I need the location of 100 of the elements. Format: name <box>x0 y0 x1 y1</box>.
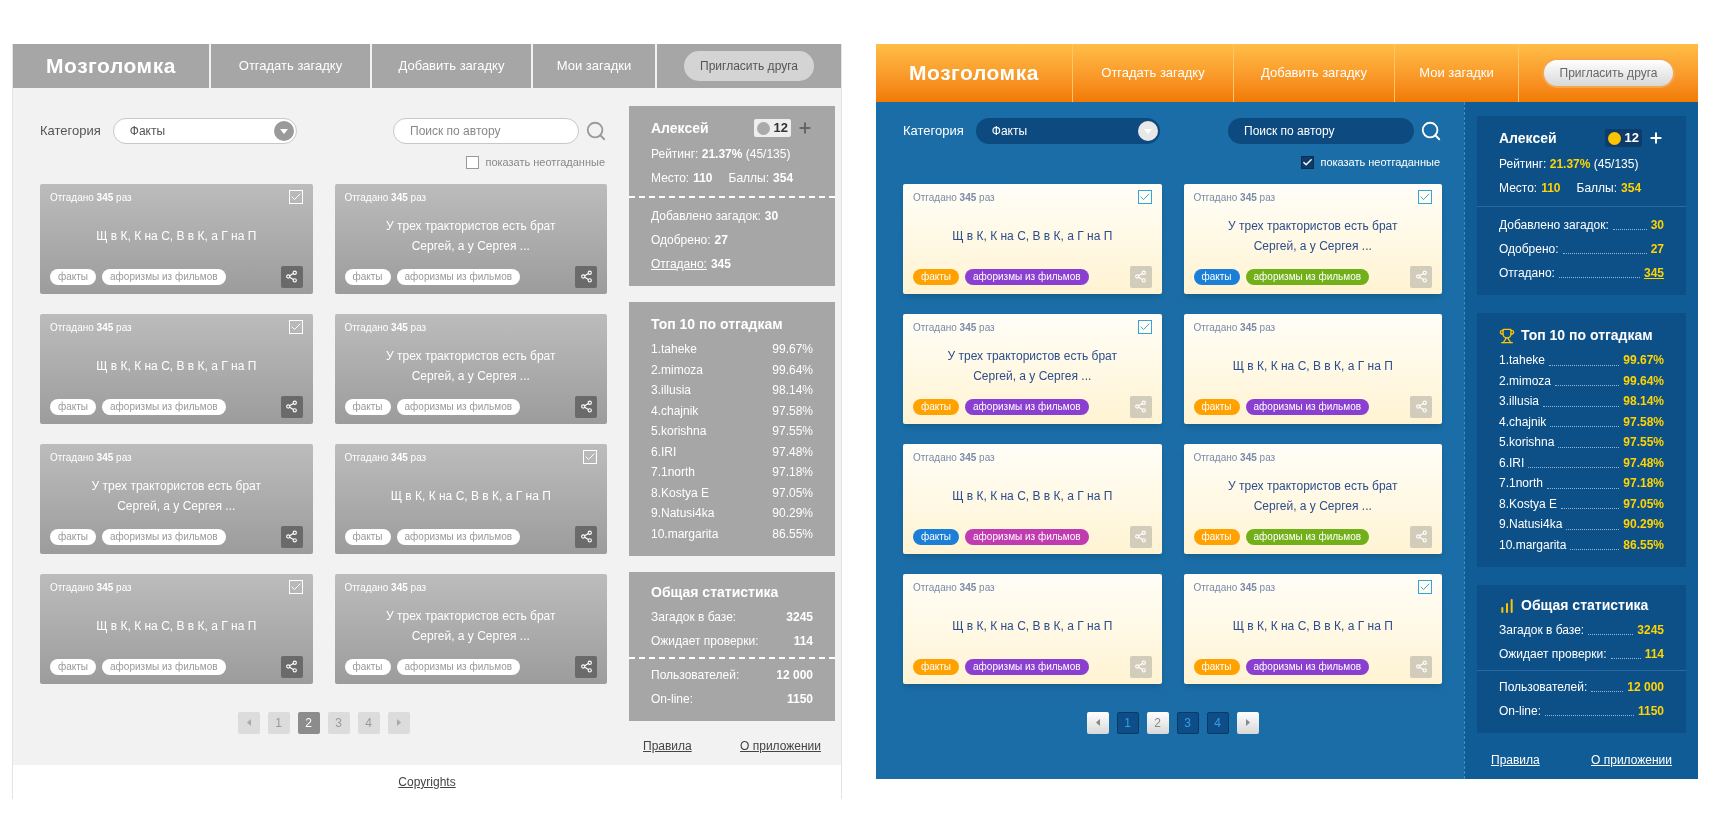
player-name[interactable]: 4.chajnik <box>1499 411 1547 432</box>
tag[interactable]: афоризмы из фильмов <box>965 658 1089 675</box>
riddle-card[interactable]: Отгадано 345 раз Щ в К, К на С, В в К, а Г на П факты афоризмы из фильмов <box>903 573 1162 684</box>
tag[interactable]: афоризмы из фильмов <box>965 398 1089 415</box>
page-button[interactable]: 2 <box>297 711 320 734</box>
tag[interactable]: факты <box>50 398 97 415</box>
share-button[interactable] <box>280 395 303 418</box>
player-name[interactable]: 7.1north <box>1499 473 1544 494</box>
page-button[interactable]: 3 <box>327 711 350 734</box>
tag[interactable]: факты <box>344 268 391 285</box>
copyrights-link[interactable]: Copyrights <box>398 773 456 791</box>
stat-value[interactable]: 345 <box>1643 261 1664 285</box>
player-name[interactable]: 9.Natusi4ka <box>1499 514 1563 535</box>
tag[interactable]: факты <box>913 398 960 415</box>
page-button[interactable]: 1 <box>267 711 290 734</box>
riddle-card[interactable]: Отгадано 345 раз Щ в К, К на С, В в К, а Г на П факты афоризмы из фильмов <box>40 573 313 684</box>
tag[interactable]: афоризмы из фильмов <box>102 398 226 415</box>
search-icon[interactable] <box>585 120 607 142</box>
solved-checkbox[interactable] <box>1418 579 1432 594</box>
checkbox[interactable] <box>466 155 480 169</box>
player-name[interactable]: 4.chajnik <box>651 400 699 421</box>
search-icon[interactable] <box>1420 120 1442 142</box>
tag[interactable]: факты <box>1193 268 1240 285</box>
tag[interactable]: афоризмы из фильмов <box>1245 658 1370 675</box>
tag[interactable]: факты <box>50 268 97 285</box>
tag[interactable]: факты <box>913 268 960 285</box>
tag[interactable]: афоризмы из фильмов <box>396 268 521 285</box>
page-button[interactable]: 4 <box>1206 711 1229 734</box>
footer-link[interactable]: О приложении <box>1591 751 1672 769</box>
solved-checkbox[interactable] <box>1418 189 1432 204</box>
riddle-card[interactable]: Отгадано 345 раз У трех трактористов есть брат Сергей, а у Сергея ... факты афоризмы из фильмов <box>334 313 607 424</box>
riddle-card[interactable]: Отгадано 345 раз Щ в К, К на С, В в К, а Г на П факты афоризмы из фильмов <box>903 183 1162 294</box>
add-coins-icon[interactable] <box>1648 130 1664 146</box>
tag[interactable]: факты <box>344 528 391 545</box>
page-button[interactable]: 3 <box>1176 711 1199 734</box>
tag[interactable]: факты <box>344 658 391 675</box>
solved-checkbox[interactable] <box>1137 189 1152 204</box>
nav-tab[interactable]: Добавить загадку <box>1233 44 1394 102</box>
player-name[interactable]: 3.illusia <box>1499 391 1540 412</box>
tag[interactable]: факты <box>50 528 97 545</box>
riddle-card[interactable]: Отгадано 345 раз Щ в К, К на С, В в К, а Г на П факты афоризмы из фильмов <box>903 443 1162 554</box>
tag[interactable]: афоризмы из фильмов <box>396 658 521 675</box>
tag[interactable]: афоризмы из фильмов <box>102 268 226 285</box>
tag[interactable]: афоризмы из фильмов <box>396 528 521 545</box>
tag[interactable]: факты <box>50 658 97 675</box>
footer-link[interactable]: О приложении <box>740 737 821 755</box>
invite-friend-button[interactable]: Пригласить друга <box>1541 58 1676 88</box>
tag[interactable]: афоризмы из фильмов <box>965 528 1089 545</box>
riddle-card[interactable]: Отгадано 345 раз У трех трактористов есть брат Сергей, а у Сергея ... факты афоризмы из фильмов <box>1183 443 1442 554</box>
riddle-card[interactable]: Отгадано 345 раз Щ в К, К на С, В в К, а Г на П факты афоризмы из фильмов <box>40 183 313 294</box>
player-name[interactable]: 6.IRI <box>1499 452 1525 473</box>
author-search-field[interactable]: Поиск по автору <box>1228 118 1414 144</box>
category-dropdown[interactable]: Факты <box>975 118 1160 144</box>
player-name[interactable]: 8.Kostya E <box>1499 493 1558 514</box>
stat-label[interactable]: Отгадано: <box>651 252 707 276</box>
riddle-card[interactable]: Отгадано 345 раз Щ в К, К на С, В в К, а Г на П факты афоризмы из фильмов <box>1183 313 1442 424</box>
page-button[interactable]: 2 <box>1146 711 1169 734</box>
tag[interactable]: афоризмы из фильмов <box>102 658 226 675</box>
nav-tab[interactable]: Отгадать загадку <box>1072 44 1233 102</box>
player-name[interactable]: 6.IRI <box>651 441 677 462</box>
player-name[interactable]: 2.mimoza <box>1499 370 1551 391</box>
tag[interactable]: афоризмы из фильмов <box>102 528 226 545</box>
share-button[interactable] <box>575 395 597 418</box>
riddle-card[interactable]: Отгадано 345 раз Щ в К, К на С, В в К, а Г на П факты афоризмы из фильмов <box>40 313 313 424</box>
player-name[interactable]: 1.taheke <box>1499 350 1546 371</box>
share-button[interactable] <box>575 265 597 288</box>
player-name[interactable]: 3.illusia <box>651 380 692 401</box>
app-logo[interactable]: Мозголомка <box>13 44 209 88</box>
tag[interactable]: афоризмы из фильмов <box>1245 398 1370 415</box>
app-logo[interactable]: Мозголомка <box>876 44 1072 102</box>
riddle-card[interactable]: Отгадано 345 раз Щ в К, К на С, В в К, а Г на П факты афоризмы из фильмов <box>1183 573 1442 684</box>
nav-tab[interactable]: Мои загадки <box>531 44 655 88</box>
player-name[interactable]: 10.margarita <box>1499 534 1567 555</box>
tag[interactable]: факты <box>913 658 960 675</box>
share-button[interactable] <box>575 525 597 548</box>
tag[interactable]: афоризмы из фильмов <box>1245 528 1370 545</box>
riddle-card[interactable]: Отгадано 345 раз У трех трактористов есть брат Сергей, а у Сергея ... факты афоризмы из фильмов <box>1183 183 1442 294</box>
share-button[interactable] <box>280 265 303 288</box>
riddle-card[interactable]: Отгадано 345 раз У трех трактористов есть брат Сергей, а у Сергея ... факты афоризмы из фильмов <box>903 313 1162 424</box>
riddle-card[interactable]: Отгадано 345 раз У трех трактористов есть брат Сергей, а у Сергея ... факты афоризмы из фильмов <box>334 183 607 294</box>
tag[interactable]: факты <box>1193 528 1240 545</box>
player-name[interactable]: 10.margarita <box>651 523 719 544</box>
tag[interactable]: факты <box>344 398 391 415</box>
share-button[interactable] <box>575 655 597 678</box>
tag[interactable]: афоризмы из фильмов <box>396 398 521 415</box>
player-name[interactable]: 2.mimoza <box>651 359 703 380</box>
invite-friend-button[interactable]: Пригласить друга <box>684 51 814 81</box>
next-page-button[interactable] <box>1236 711 1259 734</box>
tag[interactable]: афоризмы из фильмов <box>965 268 1089 285</box>
share-button[interactable] <box>280 525 303 548</box>
player-name[interactable]: 8.Kostya E <box>651 482 710 503</box>
footer-link[interactable]: Правила <box>643 737 692 755</box>
category-dropdown[interactable]: Факты <box>112 118 297 144</box>
tag[interactable]: факты <box>913 528 960 545</box>
riddle-card[interactable]: Отгадано 345 раз У трех трактористов есть брат Сергей, а у Сергея ... факты афоризмы из фильмов <box>40 443 313 554</box>
player-name[interactable]: 5.korishna <box>651 421 707 442</box>
nav-tab[interactable]: Отгадать загадку <box>209 44 370 88</box>
footer-link[interactable]: Правила <box>1491 751 1540 769</box>
solved-checkbox[interactable] <box>1137 319 1152 334</box>
player-name[interactable]: 9.Natusi4ka <box>651 503 715 524</box>
